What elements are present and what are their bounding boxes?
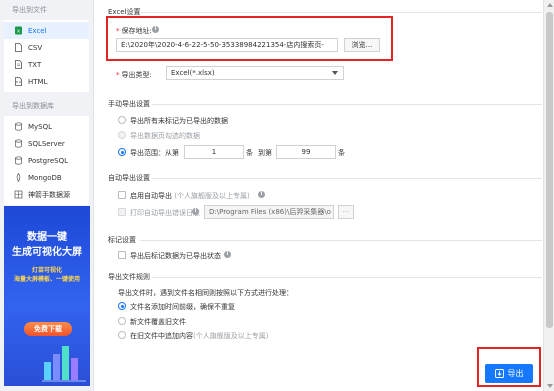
mark-exported-label: 导出后标记数据为已导出状态 [130, 252, 221, 260]
section-title-mark: 标记设置 [108, 236, 136, 244]
db-list: MySQL SQLServer PostgreSQL MongoDB 神箭手数据… [4, 116, 89, 205]
info-icon[interactable]: i [224, 251, 231, 258]
print-log-label: 打印自动导出错误日志 [130, 209, 200, 217]
sidebar-item-csv[interactable]: CSV [4, 39, 89, 56]
csv-file-icon [14, 43, 23, 52]
file-list: x Excel CSV TXT HTML [4, 20, 89, 92]
ad-title: 数据一键 生成可视化大屏 [4, 230, 90, 260]
section-title-manual: 手动导出设置 [108, 100, 150, 108]
sidebar-item-label: 神箭手数据源 [28, 190, 70, 199]
checkbox-enable-auto-export[interactable] [118, 191, 126, 199]
ad-title-line2: 生成可视化大屏 [12, 247, 82, 258]
option-range-label: 导出范围：从第 [130, 149, 179, 157]
section-divider [152, 277, 542, 278]
sidebar: 导出到文件 x Excel CSV TXT HTML 导出到数据库 MySQL … [0, 0, 94, 391]
ad-bar-chart-illustration [42, 342, 86, 384]
range-from-input[interactable]: 1 [184, 145, 244, 159]
export-type-label: * 导出类型: [116, 71, 152, 79]
save-path-label: * 保存地址: [116, 27, 152, 35]
sidebar-item-label: CSV [28, 43, 43, 52]
sidebar-item-label: TXT [28, 60, 42, 69]
option-current-page-label: 导出数据页勾选的数据 [130, 132, 200, 140]
sqlserver-icon [14, 139, 23, 148]
sidebar-item-mongodb[interactable]: MongoDB [4, 169, 89, 186]
mongodb-icon [14, 173, 23, 182]
scrollbar-thumb[interactable] [546, 12, 553, 328]
save-path-input[interactable]: E:\2020年\2020-4-6-22-5-50-35338984221354… [116, 38, 338, 52]
ad-banner[interactable]: 数据一键 生成可视化大屏 灯苗可视化 海量大屏模板、一键使用 免费下载 [4, 206, 90, 386]
sidebar-item-datasource[interactable]: 神箭手数据源 [4, 186, 89, 203]
scroll-down-arrow-icon[interactable] [547, 384, 553, 388]
range-to-label: 到第 [258, 149, 272, 157]
range-to-input[interactable]: 99 [276, 145, 336, 159]
ad-sub-line1: 灯苗可视化 [31, 267, 62, 274]
sidebar-item-label: MongoDB [28, 173, 62, 182]
sidebar-item-label: MySQL [28, 122, 53, 131]
sidebar-item-mysql[interactable]: MySQL [4, 118, 89, 135]
sidebar-item-label: PostgreSQL [28, 156, 68, 165]
export-button[interactable]: 导出 [485, 364, 533, 383]
db-group-title: 导出到数据库 [12, 102, 54, 110]
sidebar-item-postgresql[interactable]: PostgreSQL [4, 152, 89, 169]
range-unit-label: 条 [246, 149, 253, 157]
export-button-label: 导出 [507, 369, 524, 378]
option-overwrite-label: 新文件覆盖旧文件 [130, 318, 186, 326]
ad-sub-line2: 海量大屏模板、一键使用 [13, 276, 80, 283]
section-divider [152, 104, 542, 105]
radio-append[interactable] [118, 331, 126, 339]
sidebar-item-html[interactable]: HTML [4, 73, 89, 90]
html-file-icon [14, 77, 23, 86]
section-title-auto: 自动导出设置 [108, 174, 150, 182]
postgresql-icon [14, 156, 23, 165]
sidebar-item-txt[interactable]: TXT [4, 56, 89, 73]
sidebar-item-label: SQLServer [28, 139, 65, 148]
vertical-scrollbar[interactable] [543, 0, 554, 391]
sidebar-item-label: Excel [28, 26, 47, 35]
log-browse-button[interactable]: ··· [338, 205, 354, 219]
svg-text:x: x [17, 29, 20, 35]
file-group-title: 导出到文件 [12, 6, 47, 14]
export-type-select[interactable]: Excel(*.xlsx) [166, 66, 344, 80]
txt-file-icon [14, 60, 23, 69]
browse-button[interactable]: 浏览... [344, 38, 380, 52]
range-unit-label: 条 [338, 149, 345, 157]
radio-timestamp-prefix[interactable] [118, 302, 126, 310]
info-icon[interactable]: i [152, 26, 159, 33]
checkbox-print-log[interactable] [118, 208, 126, 216]
mysql-icon [14, 122, 23, 131]
ad-download-button[interactable]: 免费下载 [24, 322, 72, 336]
auto-export-label: 启用自动导出 (个人旗舰版及以上专属) [130, 192, 250, 200]
ad-subtitle: 灯苗可视化 海量大屏模板、一键使用 [4, 266, 90, 284]
info-icon[interactable]: i [192, 208, 199, 215]
log-path-input[interactable]: D:\Program Files (x86)\后羿采集器\o [204, 205, 334, 219]
checkbox-mark-exported[interactable] [118, 251, 126, 259]
radio-overwrite[interactable] [118, 317, 126, 325]
datasource-icon [14, 190, 23, 199]
sidebar-item-label: HTML [28, 77, 48, 86]
ad-title-line1: 数据一键 [27, 232, 67, 243]
sidebar-item-excel[interactable]: x Excel [4, 22, 89, 39]
rules-description: 导出文件时，遇到文件名相同则按照以下方式进行处理： [118, 289, 293, 297]
excel-file-icon: x [14, 26, 23, 35]
radio-export-all[interactable] [118, 116, 126, 124]
section-divider [140, 240, 542, 241]
chevron-down-icon [332, 71, 338, 75]
export-icon [494, 369, 504, 378]
main-panel: Excel设置 * 保存地址: i E:\2020年\2020-4-6-22-5-… [100, 0, 542, 391]
option-timestamp-label: 文件名添加时间前缀，确保不重复 [130, 303, 235, 311]
export-type-value: Excel(*.xlsx) [171, 69, 215, 77]
radio-export-range[interactable] [118, 148, 126, 156]
section-divider [140, 12, 542, 13]
option-export-all-label: 导出所有未标记为已导出的数据 [130, 117, 228, 125]
section-title-rules: 导出文件规则 [108, 273, 150, 281]
info-icon[interactable]: i [258, 191, 265, 198]
radio-export-current-page[interactable] [118, 131, 126, 139]
option-append-label: 在旧文件中追加内容(个人旗舰版及以上专属) [130, 332, 269, 340]
section-divider [152, 178, 542, 179]
scroll-up-arrow-icon[interactable] [547, 3, 553, 7]
sidebar-item-sqlserver[interactable]: SQLServer [4, 135, 89, 152]
